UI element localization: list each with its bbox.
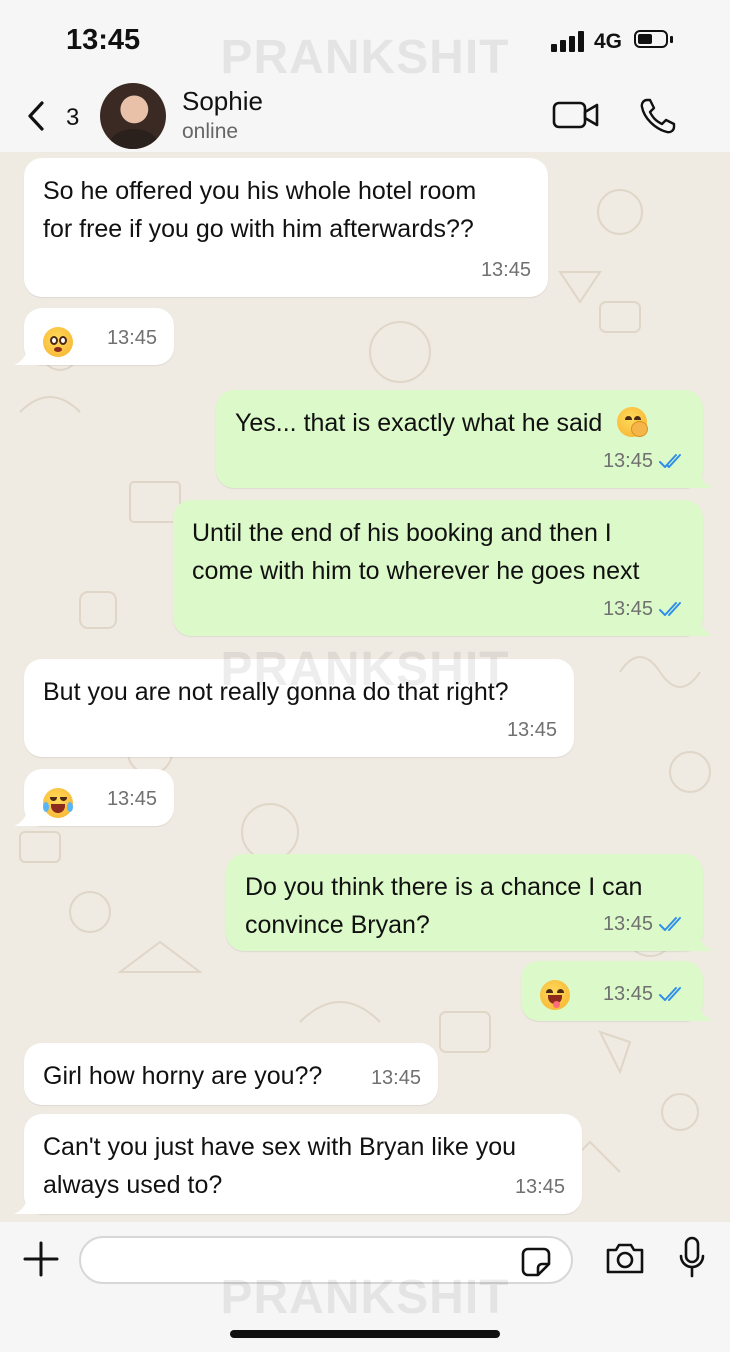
message-text: come with him to wherever he goes next [192,557,640,585]
message-bubble-incoming[interactable]: Girl how horny are you?? 13:45 [24,1043,438,1105]
message-text: So he offered you his whole hotel room [43,177,477,205]
message-bubble-outgoing[interactable]: 13:45 [521,961,713,1021]
microphone-icon[interactable] [678,1236,706,1278]
bubble-tail [687,614,713,636]
face-with-hand-over-mouth-icon [617,407,649,438]
chat-area[interactable]: PRANKSHIT So he offered you his whole ho… [0,152,730,1222]
plus-icon[interactable] [22,1240,60,1278]
message-time: 13:45 [514,1176,565,1198]
message-time: 13:45 [480,259,531,281]
bubble-tail [687,999,713,1021]
read-receipt-icon [659,602,681,616]
bubble-tail [14,343,40,365]
message-bubble-incoming[interactable]: But you are not really gonna do that rig… [24,659,574,757]
message-time: 13:45 [602,983,653,1005]
network-type: 4G [594,30,623,53]
battery-icon [634,30,673,50]
message-input[interactable] [79,1236,573,1284]
read-receipt-icon [659,917,681,931]
camera-icon[interactable] [604,1240,646,1276]
status-bar: 13:45 4G [0,0,730,80]
read-receipt-icon [659,987,681,1001]
bubble-tail [687,466,713,488]
status-time: 13:45 [66,24,141,56]
message-time: 13:45 [370,1067,421,1089]
message-text: But you are not really gonna do that rig… [43,678,509,706]
contact-status: online [182,120,239,143]
home-indicator[interactable] [230,1330,500,1338]
message-bubble-outgoing[interactable]: Until the end of his booking and then I … [173,500,713,636]
message-time: 13:45 [506,719,557,741]
cellular-signal-icon [551,30,587,52]
message-bubble-incoming[interactable]: 13:45 [14,769,174,826]
message-bubble-outgoing[interactable]: Yes... that is exactly what he said 13:4… [216,390,713,488]
message-text: for free if you go with him afterwards?? [43,215,474,243]
unread-count[interactable]: 3 [66,104,79,132]
back-chevron-icon[interactable] [22,98,52,134]
message-text: Until the end of his booking and then I [192,519,612,547]
read-receipt-icon [659,454,681,468]
message-text: Do you think there is a chance I can [245,873,643,901]
video-call-icon[interactable] [552,98,600,132]
flushed-face-icon [43,327,73,358]
bubble-tail [14,804,40,826]
message-bubble-outgoing[interactable]: Do you think there is a chance I can con… [226,854,713,951]
bubble-tail [687,929,713,951]
message-text: Girl how horny are you?? [43,1062,323,1090]
bubble-tail [14,1192,40,1214]
sticker-icon[interactable] [520,1246,552,1278]
message-text: Can't you just have sex with Bryan like … [43,1133,517,1161]
message-text: Yes... that is exactly what he said [235,409,603,437]
message-time: 13:45 [106,327,157,349]
message-time: 13:45 [602,598,653,620]
message-bubble-incoming[interactable]: 13:45 [14,308,174,365]
chat-header: 3 Sophie online [0,80,730,152]
face-with-tears-of-joy-icon [43,788,73,819]
message-bubble-incoming[interactable]: Can't you just have sex with Bryan like … [14,1114,582,1214]
winking-face-with-tongue-icon [540,980,570,1011]
contact-avatar[interactable] [100,83,166,149]
message-time: 13:45 [602,913,653,935]
message-bubble-incoming[interactable]: So he offered you his whole hotel room f… [24,158,548,297]
voice-call-icon[interactable] [638,96,678,136]
message-time: 13:45 [106,788,157,810]
contact-name[interactable]: Sophie [182,86,263,117]
message-text: always used to? [43,1171,223,1199]
message-time: 13:45 [602,450,653,472]
message-composer: PRANKSHIT [0,1222,730,1352]
